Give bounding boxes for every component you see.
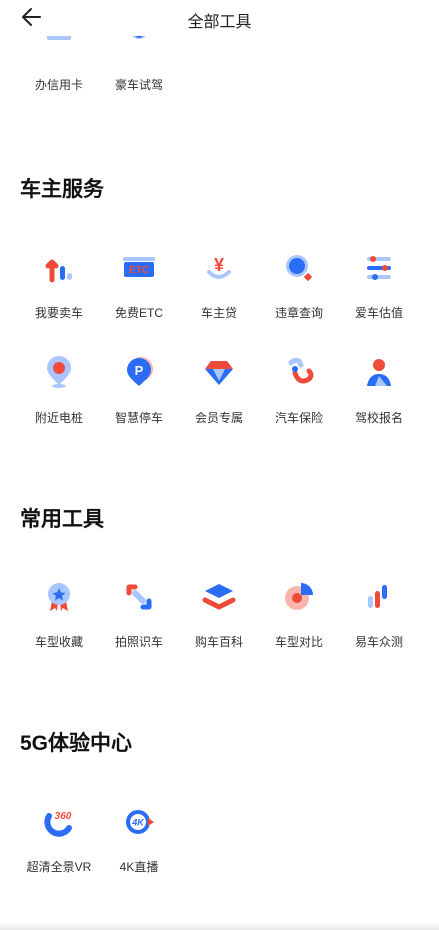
tool-label: 易车众测: [354, 635, 403, 649]
tool-label: 车型收藏: [34, 635, 83, 649]
tool-label: 办信用卡: [34, 78, 83, 92]
yuan-loan-icon: ¥: [201, 250, 237, 286]
tool-4k-live[interactable]: 4K 4K直播: [99, 804, 179, 875]
tool-label: 智慧停车: [114, 411, 163, 425]
tool-sell-car[interactable]: 我要卖车: [19, 250, 99, 321]
vr-360-icon: 360: [41, 804, 77, 840]
tool-nearby-charger[interactable]: 附近电桩: [19, 355, 99, 426]
tool-car-loan[interactable]: ¥ 车主贷: [179, 250, 259, 321]
tool-label: 爱车估值: [354, 306, 403, 320]
star-medal-icon: [41, 579, 77, 615]
tool-label: 车主贷: [200, 306, 237, 320]
chain-link-icon: [281, 355, 317, 391]
tool-label: 汽车保险: [274, 411, 323, 425]
parking-letter: P: [135, 363, 144, 378]
bottom-edge-shadow: [0, 922, 439, 930]
pie-chart-icon: [281, 579, 317, 615]
location-pin-icon: [41, 355, 77, 391]
tool-free-etc[interactable]: ETC 免费ETC: [99, 250, 179, 321]
section-title-owner-services: 车主服务: [20, 178, 104, 201]
tool-violation-query[interactable]: 违章查询: [259, 250, 339, 321]
layers-icon: [201, 579, 237, 615]
etc-icon: ETC: [121, 250, 157, 286]
section-title-common-tools: 常用工具: [20, 508, 104, 531]
tool-model-compare[interactable]: 车型对比: [259, 579, 339, 650]
tool-driving-school[interactable]: 驾校报名: [339, 355, 419, 426]
tool-photo-recognize[interactable]: 拍照识车: [99, 579, 179, 650]
tool-label: 车型对比: [274, 635, 323, 649]
tool-label: 购车百科: [194, 635, 243, 649]
diamond-icon: [201, 355, 237, 391]
tool-label: 违章查询: [274, 306, 323, 320]
etc-badge-text: ETC: [129, 265, 149, 276]
tool-label: 拍照识车: [114, 635, 163, 649]
live-4k-badge: 4K: [131, 818, 145, 828]
tool-model-favorites[interactable]: 车型收藏: [19, 579, 99, 650]
tool-crowd-test[interactable]: 易车众测: [339, 579, 419, 650]
tool-label: 超清全景VR: [26, 860, 92, 874]
live-4k-icon: 4K: [121, 804, 157, 840]
scan-icon: [121, 579, 157, 615]
tool-vr-panorama[interactable]: 360 超清全景VR: [19, 804, 99, 875]
section-title-5g-center: 5G体验中心: [20, 732, 133, 755]
sell-car-icon: [41, 250, 77, 286]
parking-icon: P: [121, 355, 157, 391]
tool-label: 驾校报名: [354, 411, 403, 425]
tool-smart-parking[interactable]: P 智慧停车: [99, 355, 179, 426]
tool-car-encyclopedia[interactable]: 购车百科: [179, 579, 259, 650]
vr-360-badge: 360: [55, 811, 72, 822]
tool-label: 免费ETC: [114, 306, 163, 320]
tool-label: 4K直播: [119, 860, 159, 874]
tool-car-insurance[interactable]: 汽车保险: [259, 355, 339, 426]
page-title: 全部工具: [187, 14, 252, 31]
tool-label: 我要卖车: [34, 306, 83, 320]
tool-label: 附近电桩: [34, 411, 83, 425]
sliders-icon: [361, 250, 397, 286]
tool-car-valuation[interactable]: 爱车估值: [339, 250, 419, 321]
driver-person-icon: [361, 355, 397, 391]
top-bar: 全部工具: [0, 0, 439, 36]
tool-member-exclusive[interactable]: 会员专属: [179, 355, 259, 426]
tool-label: 豪车试驾: [114, 78, 163, 92]
tool-label: 会员专属: [194, 411, 243, 425]
magnifier-icon: [281, 250, 317, 286]
yuan-symbol: ¥: [214, 255, 224, 275]
test-bars-icon: [361, 579, 397, 615]
